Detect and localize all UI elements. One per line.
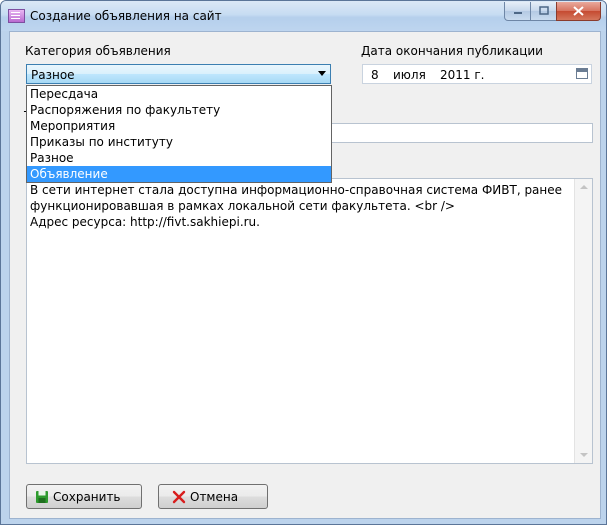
category-combobox[interactable]: Разное: [26, 64, 331, 84]
dropdown-option[interactable]: Пересдача: [27, 86, 331, 102]
chevron-down-icon: [318, 71, 326, 76]
window-title: Создание объявления на сайт: [30, 9, 222, 23]
end-date-picker[interactable]: 8 июля 2011 г.: [362, 64, 592, 84]
title-bar[interactable]: Создание объявления на сайт: [1, 1, 606, 31]
save-button[interactable]: Сохранить: [26, 484, 142, 509]
dropdown-option[interactable]: Приказы по институту: [27, 134, 331, 150]
cancel-button[interactable]: Отмена: [158, 484, 268, 509]
close-button[interactable]: [556, 2, 601, 21]
dialog-client-area: Категория объявления Дата окончания публ…: [9, 31, 601, 519]
date-day[interactable]: 8: [371, 68, 379, 82]
category-dropdown-list[interactable]: Пересдача Распоряжения по факультету Мер…: [26, 85, 332, 183]
date-month[interactable]: июля: [393, 68, 426, 82]
dropdown-option[interactable]: Мероприятия: [27, 118, 331, 134]
category-selected-value: Разное: [31, 68, 75, 82]
cancel-button-label: Отмена: [190, 490, 239, 504]
category-label: Категория объявления: [25, 44, 171, 58]
scroll-down-icon[interactable]: [580, 453, 588, 457]
date-year[interactable]: 2011 г.: [440, 68, 484, 82]
dropdown-option[interactable]: Распоряжения по факультету: [27, 102, 331, 118]
red-x-icon: [172, 490, 186, 504]
body-textarea[interactable]: В сети интернет стала доступна информаци…: [26, 178, 593, 464]
save-button-label: Сохранить: [53, 490, 121, 504]
maximize-icon: [538, 6, 549, 15]
scroll-up-icon[interactable]: [580, 185, 588, 189]
vertical-scrollbar[interactable]: [574, 179, 592, 463]
close-icon: [573, 6, 584, 16]
dropdown-option[interactable]: Разное: [27, 150, 331, 166]
maximize-button[interactable]: [530, 2, 557, 21]
body-text[interactable]: В сети интернет стала доступна информаци…: [30, 182, 570, 230]
minimize-icon: [513, 12, 522, 14]
dialog-window: Создание объявления на сайт Категория об…: [0, 0, 607, 525]
floppy-disk-icon: [36, 491, 48, 503]
minimize-button[interactable]: [504, 2, 531, 21]
calendar-icon[interactable]: [576, 68, 588, 79]
end-date-label: Дата окончания публикации: [361, 44, 543, 58]
app-icon: [8, 9, 25, 23]
dropdown-option-highlighted[interactable]: Объявление: [27, 166, 331, 182]
